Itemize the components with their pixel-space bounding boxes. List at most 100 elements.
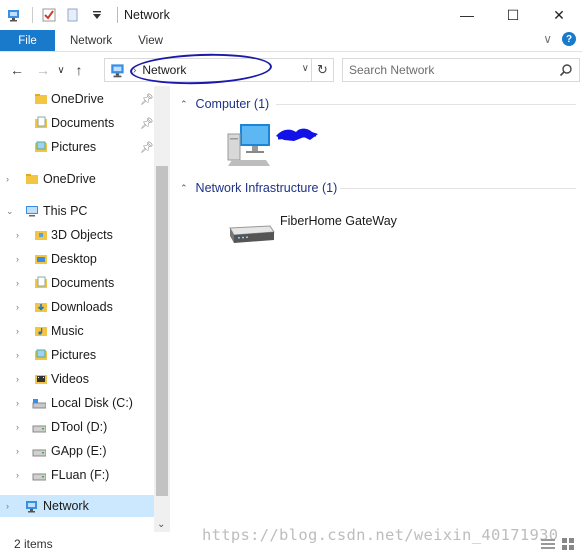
group-header-label: Network Infrastructure (1) — [195, 181, 338, 195]
group-header-label: Computer (1) — [195, 97, 270, 111]
tab-network[interactable]: Network — [57, 30, 125, 51]
ribbon-controls: ∨ ? — [543, 32, 576, 46]
nav-item-label: OneDrive — [51, 92, 104, 106]
computer-item[interactable] — [226, 122, 276, 168]
nav-item-onedrive-pinned[interactable]: OneDrive 📌︎ — [0, 88, 154, 110]
nav-item-documents-pinned[interactable]: Documents 📌︎ — [0, 112, 154, 134]
large-icons-view-icon[interactable] — [560, 536, 576, 552]
toolbar-divider — [32, 7, 33, 23]
3d-objects-icon — [35, 231, 47, 240]
forward-button[interactable]: → — [32, 58, 54, 82]
expand-chevron-icon[interactable]: › — [16, 326, 26, 336]
nav-item-network[interactable]: › Network — [0, 495, 154, 517]
downloads-icon — [35, 303, 47, 312]
title-bar: Network — ☐ ✕ — [0, 0, 582, 30]
new-folder-icon[interactable] — [65, 7, 81, 23]
desktop-icon — [35, 255, 47, 264]
folder-icon — [35, 94, 47, 104]
nav-item-3d-objects[interactable]: › 3D Objects — [0, 224, 154, 246]
nav-pane-scrollbar[interactable]: ⌄ — [154, 86, 170, 532]
expand-chevron-icon[interactable]: › — [16, 470, 26, 480]
nav-item-fluan-f[interactable]: › FLuan (F:) — [0, 464, 154, 486]
expand-chevron-icon[interactable]: › — [6, 501, 16, 511]
nav-item-label: Pictures — [51, 140, 97, 154]
documents-icon — [35, 276, 47, 288]
nav-item-label: DTool (D:) — [51, 420, 108, 434]
expand-chevron-icon[interactable]: › — [16, 398, 26, 408]
network-app-icon[interactable] — [6, 7, 22, 23]
expand-chevron-icon[interactable]: › — [16, 254, 26, 264]
nav-item-documents[interactable]: › Documents — [0, 272, 154, 294]
nav-item-gapp-e[interactable]: › GApp (E:) — [0, 440, 154, 462]
expand-chevron-icon[interactable]: › — [6, 174, 16, 184]
nav-item-label: GApp (E:) — [51, 444, 107, 458]
search-icon[interactable] — [559, 63, 573, 77]
content-pane: ⌃ Computer (1) ⌃ Network Infrastructure … — [172, 86, 582, 532]
scroll-down-icon[interactable]: ⌄ — [157, 519, 165, 530]
pin-icon: 📌︎ — [140, 117, 154, 130]
quick-access-toolbar — [6, 7, 113, 23]
drive-icon — [32, 473, 46, 481]
help-icon[interactable]: ? — [562, 32, 576, 46]
nav-item-videos[interactable]: › Videos — [0, 368, 154, 390]
group-collapse-chevron-icon[interactable]: ⌃ — [180, 183, 188, 194]
expand-chevron-icon[interactable]: › — [16, 374, 26, 384]
refresh-button[interactable]: ↻ — [311, 59, 333, 81]
search-input[interactable] — [349, 63, 549, 77]
minimize-button[interactable]: — — [444, 0, 490, 30]
nav-item-label: This PC — [43, 204, 88, 218]
expand-chevron-icon[interactable]: › — [16, 230, 26, 240]
up-button[interactable]: ↑ — [68, 58, 90, 82]
recent-locations-button[interactable]: ∨ — [54, 58, 68, 82]
expand-chevron-icon[interactable]: › — [16, 302, 26, 312]
expand-chevron-icon[interactable]: › — [16, 446, 26, 456]
nav-item-label: 3D Objects — [51, 228, 113, 242]
router-icon — [229, 225, 275, 243]
documents-icon — [35, 116, 47, 128]
window-controls: — ☐ ✕ — [444, 0, 582, 30]
this-pc-icon — [26, 206, 38, 217]
navigation-pane: OneDrive 📌︎ Documents 📌︎ Pictures 📌︎ › O… — [0, 86, 170, 532]
group-header-computer[interactable]: ⌃ Computer (1) — [180, 94, 269, 114]
scrollbar-thumb[interactable] — [156, 166, 168, 496]
search-box[interactable] — [342, 58, 580, 82]
window-title: Network — [124, 8, 170, 22]
nav-item-local-disk-c[interactable]: › Local Disk (C:) — [0, 392, 154, 414]
expand-chevron-icon[interactable]: › — [16, 278, 26, 288]
nav-item-this-pc[interactable]: ⌄ This PC — [0, 200, 154, 222]
pictures-icon — [35, 141, 47, 152]
router-item-label[interactable]: FiberHome GateWay — [280, 214, 397, 228]
group-collapse-chevron-icon[interactable]: ⌃ — [180, 99, 188, 110]
address-history-dropdown-icon[interactable]: ∨ — [302, 63, 309, 74]
customize-dropdown-icon[interactable] — [89, 7, 105, 23]
folder-icon — [26, 174, 38, 184]
nav-item-music[interactable]: › Music — [0, 320, 154, 342]
network-location-icon — [111, 64, 124, 78]
details-view-icon[interactable] — [540, 536, 556, 552]
group-divider — [276, 104, 576, 105]
nav-item-label: Pictures — [51, 348, 97, 362]
expand-chevron-icon[interactable]: › — [16, 422, 26, 432]
group-divider — [340, 188, 576, 189]
tab-file[interactable]: File — [0, 30, 55, 51]
music-icon — [35, 327, 47, 336]
nav-item-downloads[interactable]: › Downloads — [0, 296, 154, 318]
group-header-network-infrastructure[interactable]: ⌃ Network Infrastructure (1) — [180, 178, 337, 198]
nav-item-desktop[interactable]: › Desktop — [0, 248, 154, 270]
collapse-chevron-icon[interactable]: ⌄ — [6, 206, 16, 217]
close-button[interactable]: ✕ — [536, 0, 582, 30]
nav-item-pictures[interactable]: › Pictures — [0, 344, 154, 366]
expand-ribbon-chevron-icon[interactable]: ∨ — [543, 32, 552, 46]
properties-icon[interactable] — [41, 7, 57, 23]
watermark: https://blog.csdn.net/weixin_40171930 — [202, 526, 559, 544]
network-icon — [26, 501, 37, 513]
expand-chevron-icon[interactable]: › — [16, 350, 26, 360]
nav-item-onedrive[interactable]: › OneDrive — [0, 168, 154, 190]
maximize-button[interactable]: ☐ — [490, 0, 536, 30]
nav-item-label: Documents — [51, 276, 115, 290]
back-button[interactable]: ← — [6, 58, 28, 82]
router-item[interactable] — [226, 218, 276, 246]
tab-view[interactable]: View — [125, 30, 176, 51]
nav-item-pictures-pinned[interactable]: Pictures 📌︎ — [0, 136, 154, 158]
nav-item-dtool-d[interactable]: › DTool (D:) — [0, 416, 154, 438]
